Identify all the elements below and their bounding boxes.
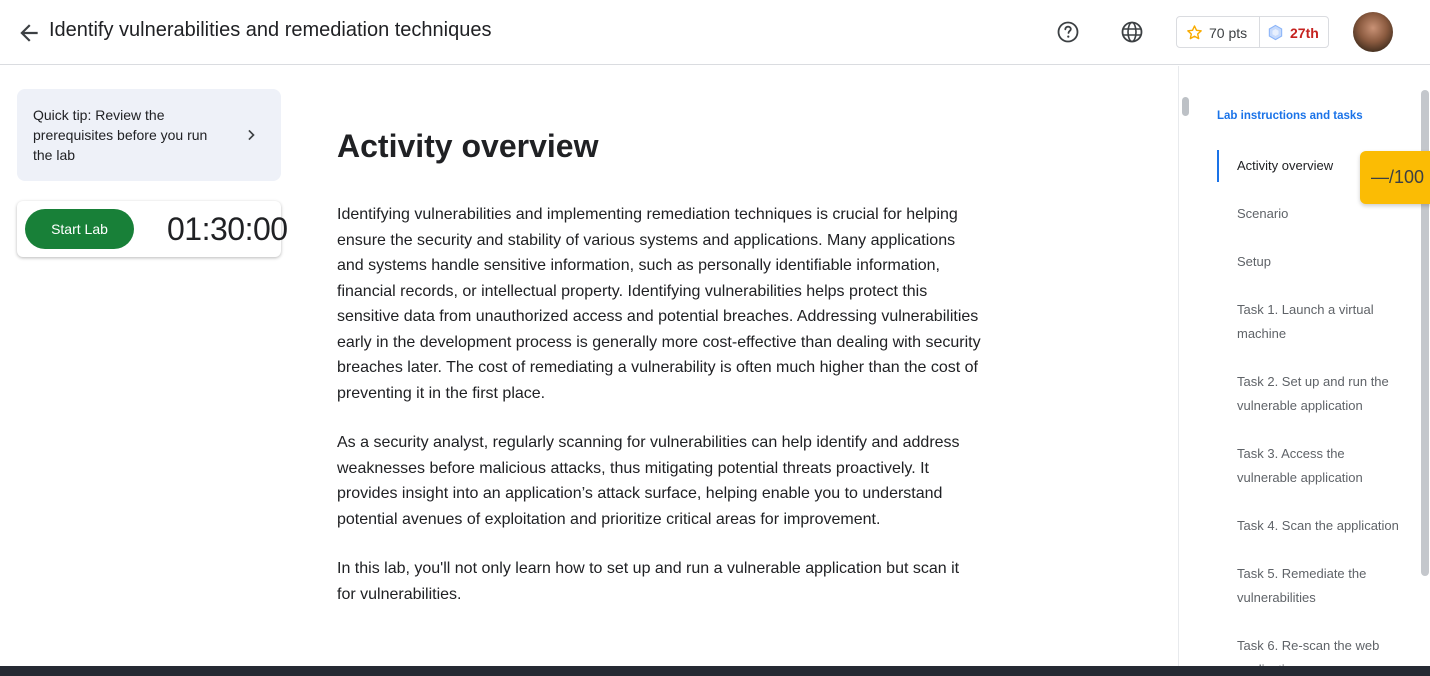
- lab-timer-card: Start Lab 01:30:00: [17, 201, 288, 257]
- rank-value: 27th: [1290, 25, 1319, 41]
- paragraph: Identifying vulnerabilities and implemen…: [337, 206, 981, 402]
- score-value: —/100: [1371, 167, 1425, 187]
- desktop-taskbar: [0, 666, 1430, 676]
- points-rank-widget[interactable]: 70 pts 27th: [1176, 16, 1329, 48]
- globe-icon: [1121, 21, 1143, 43]
- quick-tip-text: Quick tip: Review the prerequisites befo…: [33, 107, 208, 163]
- top-bar: Identify vulnerabilities and remediation…: [0, 0, 1430, 65]
- toc-item[interactable]: Task 5. Remediate the vulnerabilities: [1217, 558, 1402, 614]
- toc-item[interactable]: Task 4. Scan the application: [1217, 510, 1402, 542]
- back-button[interactable]: [16, 20, 42, 46]
- section-heading: Activity overview: [337, 128, 599, 164]
- language-button[interactable]: [1120, 20, 1144, 44]
- help-circle-icon: [1057, 21, 1079, 43]
- lab-timer: 01:30:00: [167, 211, 288, 247]
- content-scrollbar[interactable]: [1182, 97, 1189, 116]
- star-icon: [1187, 25, 1202, 40]
- score-badge[interactable]: —/100: [1360, 151, 1430, 204]
- quick-tip-card[interactable]: Quick tip: Review the prerequisites befo…: [17, 89, 281, 181]
- paragraph: As a security analyst, regularly scannin…: [337, 434, 960, 528]
- paragraph: In this lab, you'll not only learn how t…: [337, 560, 960, 603]
- chevron-right-icon: [248, 129, 255, 141]
- page-title: Identify vulnerabilities and remediation…: [49, 19, 492, 41]
- help-button[interactable]: [1056, 20, 1080, 44]
- toc-item[interactable]: Task 2. Set up and run the vulnerable ap…: [1217, 366, 1402, 422]
- rank-gem-icon: [1268, 24, 1283, 41]
- toc-heading: Lab instructions and tasks: [1217, 110, 1363, 122]
- content-scrollbar-track: [1178, 66, 1195, 666]
- left-panel: Quick tip: Review the prerequisites befo…: [17, 89, 288, 257]
- start-lab-button[interactable]: Start Lab: [25, 209, 134, 249]
- avatar[interactable]: [1353, 12, 1393, 52]
- divider: [1259, 17, 1260, 47]
- lab-page: Identify vulnerabilities and remediation…: [0, 0, 1430, 666]
- main-content: Activity overview Identifying vulnerabil…: [337, 126, 982, 631]
- toc-item[interactable]: Task 3. Access the vulnerable applicatio…: [1217, 438, 1402, 494]
- arrow-left-icon: [20, 24, 38, 42]
- toc-item[interactable]: Setup: [1217, 246, 1402, 278]
- toc-item[interactable]: Task 6. Re-scan the web application: [1217, 630, 1402, 666]
- toc-item[interactable]: Task 1. Launch a virtual machine: [1217, 294, 1402, 350]
- points-value: 70 pts: [1209, 25, 1248, 41]
- toc-list: Activity overview Scenario Setup Task 1.…: [1217, 150, 1402, 666]
